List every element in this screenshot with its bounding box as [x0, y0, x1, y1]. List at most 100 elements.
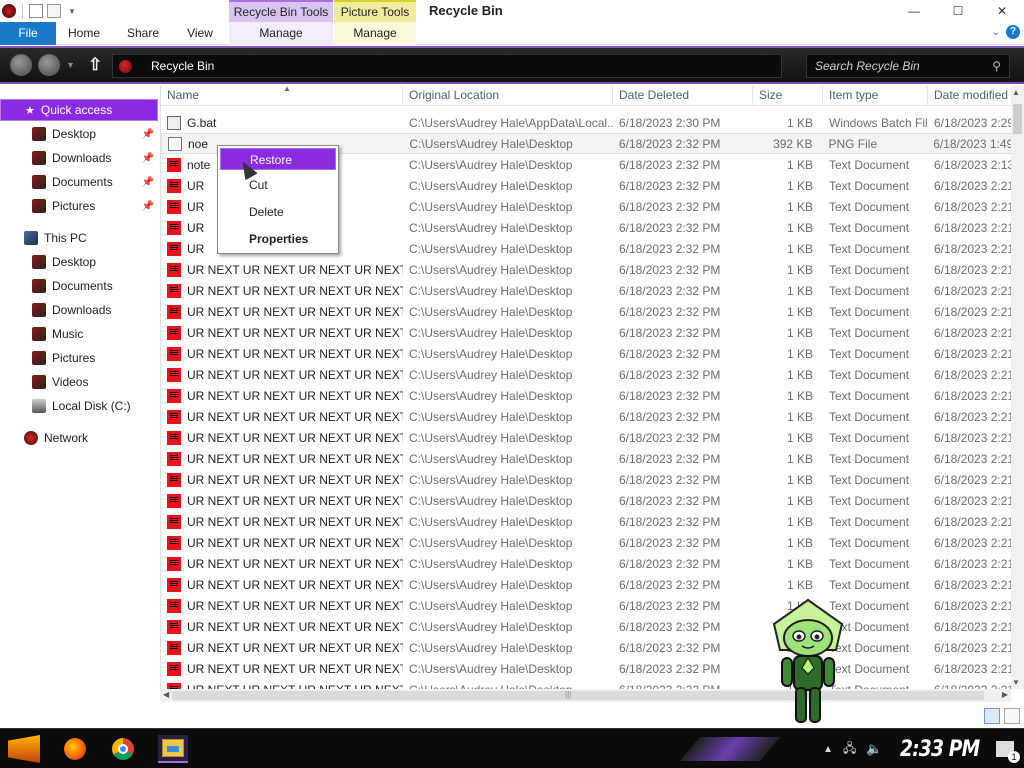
- music-folder-icon: [32, 327, 46, 341]
- clock[interactable]: 2:33 PM: [900, 737, 980, 762]
- cell-date-deleted: 6/18/2023 2:32 PM: [618, 136, 721, 151]
- table-row[interactable]: UR NEXT UR NEXT UR NEXT UR NEXT ...C:\Us…: [161, 532, 1012, 553]
- nav-label: Pictures: [52, 199, 96, 213]
- table-row[interactable]: UR NEXT UR NEXT UR NEXT UR NEXT ...C:\Us…: [161, 553, 1012, 574]
- table-row[interactable]: UR NEXT UR NEXT UR NEXT UR NEXT ...C:\Us…: [161, 574, 1012, 595]
- table-row[interactable]: UR NEXT UR NEXT UR NEXT UR NEXT ...C:\Us…: [161, 427, 1012, 448]
- table-row[interactable]: UR NEXT UR NEXT UR NEXT UR NEXT ...C:\Us…: [161, 595, 1012, 616]
- tab-manage-picture[interactable]: Manage: [334, 22, 416, 45]
- scroll-right-icon[interactable]: ▶: [1002, 690, 1008, 699]
- tab-home[interactable]: Home: [56, 22, 112, 45]
- taskbar-file-explorer[interactable]: [158, 735, 188, 763]
- up-button[interactable]: ⇧: [88, 55, 102, 75]
- menu-item-delete[interactable]: Delete: [220, 201, 336, 223]
- table-row[interactable]: UR NEXT UR NEXT UR NEXT UR NEXT ...C:\Us…: [161, 511, 1012, 532]
- tab-manage-recycle-bin[interactable]: Manage: [229, 22, 333, 45]
- table-row[interactable]: UR NEXT UR NEXT UR NEXT UR NEXT ...C:\Us…: [161, 301, 1012, 322]
- forward-button[interactable]: [38, 54, 60, 76]
- scroll-thumb[interactable]: [1013, 104, 1022, 134]
- notifications-icon[interactable]: 1: [996, 741, 1020, 763]
- table-row[interactable]: UR NEXT UR NEXT UR NEXT UR NEXT ...C:\Us…: [161, 679, 1012, 689]
- tab-view[interactable]: View: [172, 22, 228, 45]
- table-row[interactable]: UR NEXT UR NEXT UR NEXT UR NEXT ...C:\Us…: [161, 490, 1012, 511]
- new-folder-icon[interactable]: [47, 4, 61, 18]
- scroll-thumb[interactable]: [172, 691, 984, 700]
- text-file-icon: [167, 199, 181, 214]
- scroll-up-icon[interactable]: ▲: [1012, 88, 1020, 97]
- nav-local-disk[interactable]: Local Disk (C:): [0, 395, 158, 417]
- nav-desktop-pinned[interactable]: Desktop 📌: [0, 123, 158, 145]
- nav-videos[interactable]: Videos: [0, 371, 158, 393]
- volume-icon[interactable]: 🔈: [866, 741, 882, 757]
- vertical-scrollbar[interactable]: ▲ ▼: [1011, 86, 1024, 689]
- maximize-button[interactable]: ☐: [936, 0, 980, 22]
- nav-pictures[interactable]: Pictures: [0, 347, 158, 369]
- cell-size: 1 KB: [786, 115, 813, 130]
- app-icon[interactable]: [2, 4, 16, 18]
- address-field[interactable]: Recycle Bin: [112, 54, 782, 78]
- recycle-bin-tools-tab: Recycle Bin Tools: [229, 0, 333, 22]
- cell-original-location: C:\Users\Audrey Hale\Desktop: [409, 556, 573, 571]
- search-input[interactable]: Search Recycle Bin ⚲: [806, 54, 1010, 78]
- search-icon[interactable]: ⚲: [992, 59, 1001, 73]
- table-row[interactable]: UR NEXT UR NEXT UR NEXT UR NEXT ...C:\Us…: [161, 385, 1012, 406]
- help-icon[interactable]: ?: [1006, 25, 1020, 39]
- column-header-date-deleted[interactable]: Date Deleted: [613, 86, 753, 106]
- scroll-left-icon[interactable]: ◀: [163, 690, 169, 699]
- cell-date-deleted: 6/18/2023 2:32 PM: [619, 220, 721, 235]
- table-row[interactable]: UR NEXT UR NEXT UR NEXT UR NEXT ...C:\Us…: [161, 637, 1012, 658]
- expand-ribbon-icon[interactable]: ⌄: [992, 27, 1000, 38]
- nav-quick-access[interactable]: ★ Quick access: [0, 99, 158, 121]
- horizontal-scrollbar[interactable]: ◀ ||| ▶: [160, 689, 1011, 702]
- nav-documents[interactable]: Documents: [0, 275, 158, 297]
- details-view-icon[interactable]: [984, 708, 1000, 724]
- table-row[interactable]: UR NEXT UR NEXT UR NEXT UR NEXT ...C:\Us…: [161, 259, 1012, 280]
- customize-toolbar-icon[interactable]: ▾: [65, 4, 79, 18]
- taskbar-firefox[interactable]: [60, 735, 90, 763]
- nav-desktop[interactable]: Desktop: [0, 251, 158, 273]
- cell-date-modified: 6/18/2023 2:21: [934, 577, 1012, 592]
- back-button[interactable]: [10, 54, 32, 76]
- nav-music[interactable]: Music: [0, 323, 158, 345]
- network-icon: [24, 431, 38, 445]
- nav-documents-pinned[interactable]: Documents 📌: [0, 171, 158, 193]
- menu-item-properties[interactable]: Properties: [220, 228, 336, 250]
- table-row[interactable]: UR NEXT UR NEXT UR NEXT UR NEXT ...C:\Us…: [161, 448, 1012, 469]
- cell-date-modified: 6/18/2023 2:21: [934, 493, 1012, 508]
- column-header-item-type[interactable]: Item type: [823, 86, 928, 106]
- column-header-name[interactable]: Name ▲: [161, 86, 403, 106]
- cell-date-deleted: 6/18/2023 2:32 PM: [619, 493, 721, 508]
- properties-icon[interactable]: [29, 4, 43, 18]
- large-icons-view-icon[interactable]: [1004, 708, 1020, 724]
- table-row[interactable]: UR NEXT UR NEXT UR NEXT UR NEXT ...C:\Us…: [161, 364, 1012, 385]
- nav-pictures-pinned[interactable]: Pictures 📌: [0, 195, 158, 217]
- table-row[interactable]: UR NEXT UR NEXT UR NEXT UR NEXT ...C:\Us…: [161, 616, 1012, 637]
- table-row[interactable]: UR NEXT UR NEXT UR NEXT UR NEXT ...C:\Us…: [161, 343, 1012, 364]
- table-row[interactable]: UR NEXT UR NEXT UR NEXT UR NEXT ...C:\Us…: [161, 280, 1012, 301]
- tab-share[interactable]: Share: [114, 22, 172, 45]
- nav-downloads[interactable]: Downloads: [0, 299, 158, 321]
- table-row[interactable]: UR NEXT UR NEXT UR NEXT UR NEXT ...C:\Us…: [161, 322, 1012, 343]
- table-row[interactable]: UR NEXT UR NEXT UR NEXT UR NEXT ...C:\Us…: [161, 658, 1012, 679]
- minimize-button[interactable]: —: [892, 0, 936, 22]
- column-header-original-location[interactable]: Original Location: [403, 86, 613, 106]
- taskbar-chrome[interactable]: [108, 735, 138, 763]
- network-tray-icon[interactable]: 🖧: [843, 739, 856, 760]
- nav-network[interactable]: Network: [0, 427, 158, 449]
- tab-file[interactable]: File: [0, 22, 56, 45]
- nav-this-pc[interactable]: This PC: [0, 227, 158, 249]
- column-header-size[interactable]: Size: [753, 86, 823, 106]
- nav-downloads-pinned[interactable]: Downloads 📌: [0, 147, 158, 169]
- table-row[interactable]: UR NEXT UR NEXT UR NEXT UR NEXT ...C:\Us…: [161, 469, 1012, 490]
- table-row[interactable]: G.bat C:\Users\Audrey Hale\AppData\Local.…: [161, 112, 1012, 133]
- menu-item-cut[interactable]: Cut: [220, 174, 336, 196]
- table-row[interactable]: UR NEXT UR NEXT UR NEXT UR NEXT ...C:\Us…: [161, 406, 1012, 427]
- show-hidden-icons-icon[interactable]: ▲: [823, 744, 833, 755]
- recent-locations-icon[interactable]: ▼: [66, 60, 75, 70]
- nav-label: Documents: [52, 175, 113, 189]
- grip-icon: |||: [565, 690, 572, 699]
- close-button[interactable]: ✕: [980, 0, 1024, 22]
- column-header-date-modified[interactable]: Date modified: [928, 86, 1012, 106]
- scroll-down-icon[interactable]: ▼: [1012, 678, 1020, 687]
- start-button[interactable]: [8, 735, 40, 763]
